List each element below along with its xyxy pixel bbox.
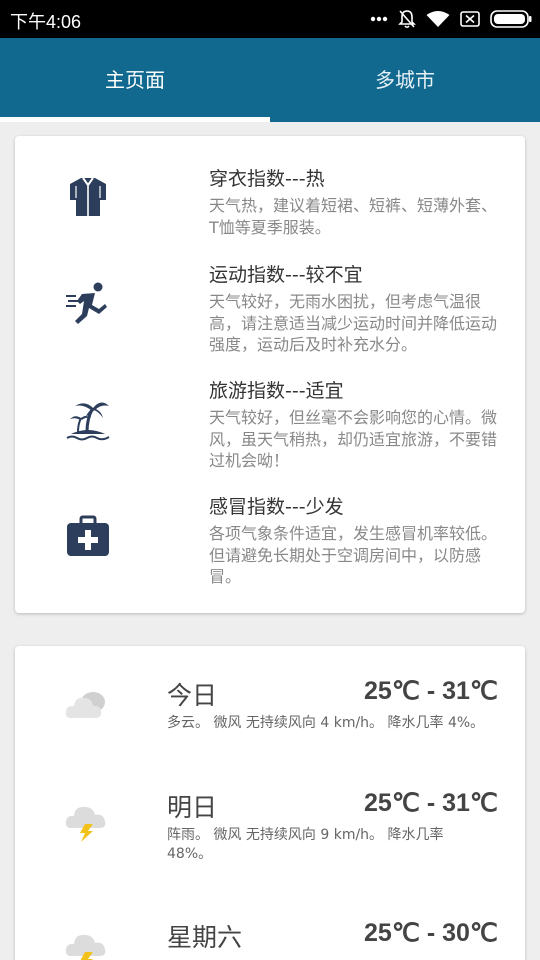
forecast-temp: 25℃ - 30℃: [364, 919, 498, 947]
index-title: 旅游指数---适宜: [209, 380, 344, 402]
running-icon: [66, 282, 107, 324]
tab-indicator: [0, 117, 270, 122]
medical-kit-icon: [67, 515, 109, 556]
wifi-icon: [426, 11, 450, 27]
forecast-desc: 多云。 微风 无持续风向 4 km/h。 降水几率 4%。: [167, 715, 485, 731]
forecast-temp: 25℃ - 31℃: [364, 789, 498, 817]
shirt-icon: [70, 177, 106, 216]
index-title: 穿衣指数---热: [209, 168, 325, 190]
thunderstorm-icon: [65, 806, 106, 842]
forecast-day: 明日: [167, 793, 218, 822]
tab-bar: 主页面 多城市: [0, 38, 540, 122]
forecast-day: 今日: [167, 681, 218, 710]
status-bar: 下午4:06: [0, 0, 540, 38]
index-title: 感冒指数---少发: [209, 496, 344, 518]
tab-home[interactable]: 主页面: [0, 38, 270, 122]
more-icon: [370, 16, 388, 22]
index-desc: 天气较好，但丝毫不会影响您的心情。微风，虽天气稍热，却仍适宜旅游，不要错过机会呦…: [209, 408, 498, 470]
island-icon: [66, 402, 110, 441]
cloudy-icon: [65, 692, 105, 718]
forecast-card: 今日 25℃ - 31℃ 多云。 微风 无持续风向 4 km/h。 降水几率 4…: [15, 646, 525, 960]
index-desc: 天气较好，无雨水困扰，但考虑气温很高，请注意适当减少运动时间并降低运动强度，运动…: [209, 292, 498, 354]
index-desc: 天气热，建议着短裙、短裤、短薄外套、T恤等夏季服装。: [209, 196, 498, 237]
forecast-day: 星期六: [167, 923, 243, 952]
mute-bell-icon: [398, 10, 416, 29]
forecast-temp: 25℃ - 31℃: [364, 677, 498, 705]
status-icons: [370, 9, 532, 29]
index-desc: 各项气象条件适宜，发生感冒机率较低。但请避免长期处于空调房间中，以防感冒。: [209, 524, 498, 586]
life-index-card: 穿衣指数---热 天气热，建议着短裙、短裤、短薄外套、T恤等夏季服装。 运动指数…: [15, 136, 525, 613]
thunderstorm-icon: [65, 934, 106, 960]
index-title: 运动指数---较不宜: [209, 264, 363, 286]
status-time: 下午4:06: [10, 12, 82, 32]
forecast-desc: 阵雨。 微风 无持续风向 9 km/h。 降水几率 48%。: [167, 827, 444, 862]
tab-multi-city[interactable]: 多城市: [270, 38, 540, 122]
battery-icon: [490, 10, 532, 28]
no-sim-icon: [460, 11, 480, 27]
